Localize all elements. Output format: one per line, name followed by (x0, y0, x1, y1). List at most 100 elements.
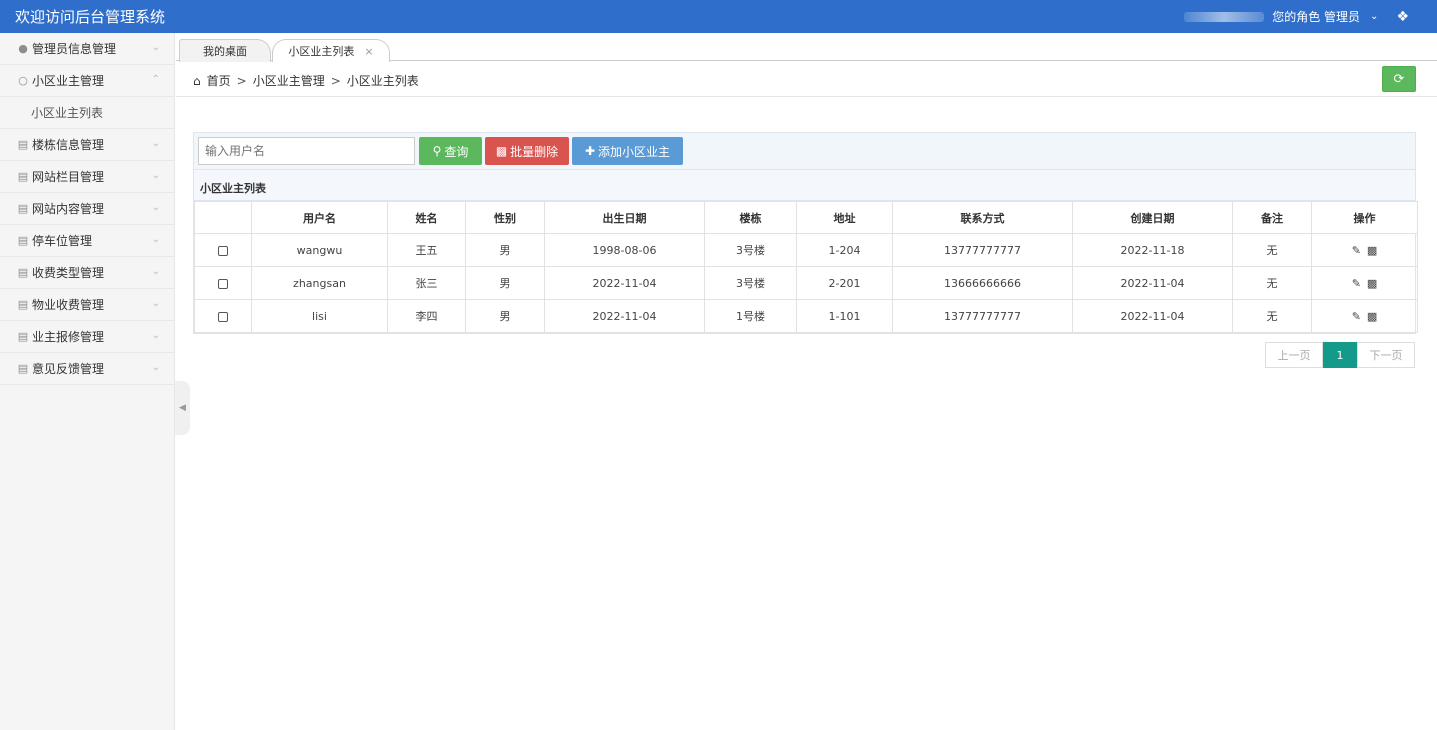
owner-table: 用户名 姓名 性别 出生日期 楼栋 地址 联系方式 创建日期 备注 操作 wan… (194, 201, 1418, 333)
sidebar-item-label: 物业收费管理 (32, 298, 105, 312)
cell-username: lisi (251, 299, 388, 333)
cell-phone: 13666666666 (892, 266, 1073, 300)
sidebar-item-content[interactable]: ▤ 网站内容管理 ⌄ (0, 193, 174, 225)
sidebar-item-feedback[interactable]: ▤ 意见反馈管理 ⌄ (0, 353, 174, 385)
role-label[interactable]: 您的角色 管理员 (1272, 8, 1360, 25)
row-checkbox[interactable] (218, 278, 228, 289)
tab-home[interactable]: 我的桌面 (179, 39, 271, 62)
cell-building: 3号楼 (704, 233, 797, 267)
sidebar-subitem-owner-list[interactable]: 小区业主列表 (0, 97, 174, 129)
list-icon: ▤ (17, 234, 29, 247)
sidebar-item-columns[interactable]: ▤ 网站栏目管理 ⌄ (0, 161, 174, 193)
list-icon: ▤ (17, 202, 29, 215)
sidebar-item-label: 小区业主管理 (32, 74, 105, 88)
cell-created: 2022-11-04 (1072, 299, 1233, 333)
sidebar: ● 管理员信息管理 ⌄ ○ 小区业主管理 ⌃ 小区业主列表 ▤ 楼栋信息管理 ⌄… (0, 33, 175, 730)
column-header: 联系方式 (892, 201, 1073, 234)
chevron-down-icon[interactable]: ⌄ (1370, 11, 1378, 22)
cell-address: 1-101 (796, 299, 893, 333)
sidebar-item-owners[interactable]: ○ 小区业主管理 ⌃ (0, 65, 174, 97)
edit-icon[interactable]: ✎ (1352, 310, 1361, 323)
breadcrumb-separator: > (236, 73, 247, 88)
cell-actions: ✎ ▩ (1311, 233, 1418, 267)
chevron-down-icon: ⌄ (151, 42, 160, 53)
close-icon[interactable]: × (364, 45, 373, 58)
cell-phone: 13777777777 (892, 299, 1073, 333)
sidebar-item-property-fees[interactable]: ▤ 物业收费管理 ⌄ (0, 289, 174, 321)
list-icon: ▤ (17, 330, 29, 343)
sidebar-collapse-handle[interactable]: ◀ (175, 381, 190, 435)
sidebar-item-label: 管理员信息管理 (32, 42, 117, 56)
row-checkbox[interactable] (218, 245, 228, 256)
cell-address: 1-204 (796, 233, 893, 267)
column-header: 操作 (1311, 201, 1418, 234)
sidebar-item-fee-types[interactable]: ▤ 收费类型管理 ⌄ (0, 257, 174, 289)
trash-icon[interactable]: ▩ (1367, 277, 1377, 290)
column-header: 创建日期 (1072, 201, 1233, 234)
table-row: zhangsan 张三 男 2022-11-04 3号楼 2-201 13666… (194, 266, 1418, 300)
chevron-down-icon: ⌄ (151, 138, 160, 149)
cell-note: 无 (1232, 266, 1312, 300)
edit-icon[interactable]: ✎ (1352, 244, 1361, 257)
owner-list-panel: ⚲ 查询 ▩ 批量删除 ✚ 添加小区业主 小区业主列表 用户名 姓名 性别 出生… (193, 132, 1418, 334)
sidebar-item-admin[interactable]: ● 管理员信息管理 ⌄ (0, 33, 174, 65)
refresh-icon: ⟳ (1393, 71, 1405, 87)
batch-delete-button[interactable]: ▩ 批量删除 (485, 137, 569, 165)
add-owner-button[interactable]: ✚ 添加小区业主 (572, 137, 683, 165)
cell-name: 张三 (387, 266, 466, 300)
sidebar-item-label: 业主报修管理 (32, 330, 105, 344)
sidebar-item-parking[interactable]: ▤ 停车位管理 ⌄ (0, 225, 174, 257)
cell-name: 王五 (387, 233, 466, 267)
breadcrumb-level2: 小区业主列表 (346, 74, 419, 88)
breadcrumb-level1[interactable]: 小区业主管理 (253, 72, 325, 89)
cell-birth: 2022-11-04 (544, 266, 705, 300)
sidebar-item-label: 楼栋信息管理 (32, 138, 105, 152)
cell-address: 2-201 (796, 266, 893, 300)
tab-bar: 我的桌面 小区业主列表 × (176, 33, 1437, 63)
search-icon: ⚲ (432, 144, 442, 158)
row-select-cell (194, 299, 252, 333)
cell-created: 2022-11-18 (1072, 233, 1233, 267)
chevron-left-icon[interactable]: ◀ (179, 403, 186, 413)
query-button[interactable]: ⚲ 查询 (419, 137, 482, 165)
sidebar-item-label: 意见反馈管理 (32, 362, 105, 376)
sidebar-item-label: 收费类型管理 (32, 266, 105, 280)
username-search-input[interactable] (198, 137, 415, 165)
shirt-icon[interactable]: ❖ (1396, 9, 1409, 25)
sidebar-item-label: 停车位管理 (32, 234, 93, 248)
cell-birth: 2022-11-04 (544, 299, 705, 333)
sidebar-item-label: 网站内容管理 (32, 202, 105, 216)
tab-owner-list[interactable]: 小区业主列表 × (272, 39, 390, 63)
cell-created: 2022-11-04 (1072, 266, 1233, 300)
tab-label: 小区业主列表 (288, 45, 355, 58)
cell-birth: 1998-08-06 (544, 233, 705, 267)
sidebar-item-repairs[interactable]: ▤ 业主报修管理 ⌄ (0, 321, 174, 353)
chevron-down-icon: ⌄ (151, 330, 160, 341)
breadcrumb-bar: ⌂ 首页 > 小区业主管理 > 小区业主列表 ⟳ (176, 62, 1437, 97)
refresh-button[interactable]: ⟳ (1382, 66, 1416, 92)
tab-label: 我的桌面 (203, 45, 247, 58)
cell-building: 1号楼 (704, 299, 797, 333)
column-header: 地址 (796, 201, 893, 234)
page-1-button[interactable]: 1 (1323, 342, 1357, 368)
chevron-up-icon: ⌃ (151, 74, 160, 85)
list-icon: ▤ (17, 170, 29, 183)
row-checkbox[interactable] (218, 311, 228, 322)
row-select-cell (194, 266, 252, 300)
next-page-button[interactable]: 下一页 (1357, 342, 1415, 368)
list-icon: ▤ (17, 298, 29, 311)
plus-icon: ✚ (584, 144, 596, 158)
sidebar-item-label: 网站栏目管理 (32, 170, 105, 184)
trash-icon[interactable]: ▩ (1367, 310, 1377, 323)
sidebar-item-buildings[interactable]: ▤ 楼栋信息管理 ⌄ (0, 129, 174, 161)
breadcrumb-home[interactable]: 首页 (207, 72, 231, 89)
prev-page-button[interactable]: 上一页 (1265, 342, 1323, 368)
list-icon: ▤ (17, 266, 29, 279)
cell-building: 3号楼 (704, 266, 797, 300)
user-icon: ● (18, 42, 28, 55)
column-header (194, 201, 252, 234)
trash-icon[interactable]: ▩ (1367, 244, 1377, 257)
edit-icon[interactable]: ✎ (1352, 277, 1361, 290)
column-header: 楼栋 (704, 201, 797, 234)
user-menu[interactable]: 您的角色 管理员 ⌄ ❖ (1184, 8, 1409, 25)
